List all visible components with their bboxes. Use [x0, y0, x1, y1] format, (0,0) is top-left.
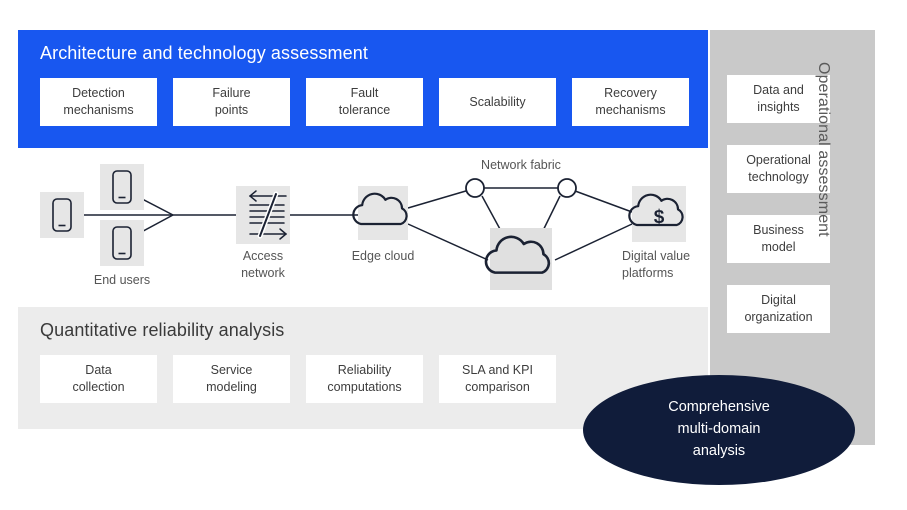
node-edge-cloud[interactable]	[352, 186, 408, 240]
architecture-item-recovery-mechanisms[interactable]: Recovery mechanisms	[572, 78, 689, 126]
node-label-digital-value-platforms: Digital value platforms	[622, 249, 691, 280]
operational-assessment-title: Operational assessment	[815, 62, 832, 237]
node-network-fabric[interactable]	[465, 178, 577, 290]
svg-text:$: $	[654, 207, 665, 228]
quantitative-item-label: Service modeling	[206, 363, 257, 394]
node-digital-value-platforms[interactable]: $	[628, 186, 686, 242]
architecture-item-scalability[interactable]: Scalability	[439, 78, 556, 126]
network-node-icon	[557, 178, 577, 198]
quantitative-item-sla-and-kpi-comparison[interactable]: SLA and KPI comparison	[439, 355, 556, 403]
node-label-network-fabric: Network fabric	[481, 158, 561, 172]
architecture-item-label: Detection mechanisms	[63, 86, 134, 117]
node-access-network[interactable]	[236, 186, 290, 244]
network-architecture-diagram: $ End users Access network Edge cloud Ne…	[18, 150, 708, 305]
operational-item-label: Business model	[753, 223, 804, 254]
architecture-item-label: Recovery mechanisms	[595, 86, 666, 117]
architecture-assessment-title: Architecture and technology assessment	[40, 43, 368, 63]
comprehensive-analysis-label: Comprehensive multi-domain analysis	[668, 399, 770, 459]
architecture-assessment-panel: Architecture and technology assessment D…	[18, 30, 708, 148]
comprehensive-analysis-callout[interactable]: Comprehensive multi-domain analysis	[583, 375, 855, 485]
operational-item-label: Operational technology	[746, 153, 811, 184]
architecture-item-label: Scalability	[469, 94, 526, 109]
node-label-edge-cloud: Edge cloud	[351, 249, 415, 263]
quantitative-item-service-modeling[interactable]: Service modeling	[173, 355, 290, 403]
operational-item-label: Data and insights	[753, 83, 804, 114]
node-label-end-users: End users	[93, 273, 151, 287]
operational-item-label: Digital organization	[744, 293, 813, 324]
node-label-access-network: Access network	[241, 249, 285, 280]
quantitative-item-label: Data collection	[72, 363, 125, 394]
architecture-item-label: Failure points	[212, 86, 251, 117]
architecture-item-failure-points[interactable]: Failure points	[173, 78, 290, 126]
quantitative-item-label: Reliability computations	[327, 363, 402, 394]
quantitative-item-label: SLA and KPI comparison	[462, 363, 533, 394]
quantitative-item-reliability-computations[interactable]: Reliability computations	[306, 355, 423, 403]
architecture-item-fault-tolerance[interactable]: Fault tolerance	[306, 78, 423, 126]
quantitative-analysis-title: Quantitative reliability analysis	[40, 320, 285, 340]
diagram-canvas: Data and insights Operational technology…	[0, 0, 907, 510]
quantitative-item-data-collection[interactable]: Data collection	[40, 355, 157, 403]
network-node-icon	[465, 178, 485, 198]
architecture-item-label: Fault tolerance	[338, 86, 391, 117]
architecture-item-detection-mechanisms[interactable]: Detection mechanisms	[40, 78, 157, 126]
